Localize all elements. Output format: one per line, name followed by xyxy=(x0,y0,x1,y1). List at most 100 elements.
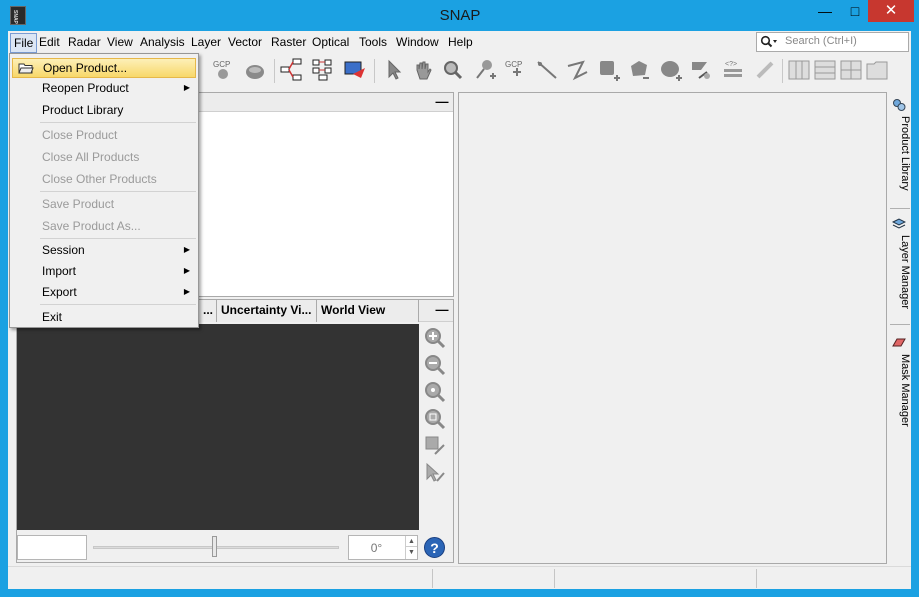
toolbar-separator xyxy=(274,59,275,83)
pan-tool-icon[interactable] xyxy=(410,57,436,83)
zoom-actual-icon[interactable] xyxy=(423,380,447,404)
panel-minimize-button[interactable]: — xyxy=(435,95,449,110)
submenu-arrow-icon: ▶ xyxy=(183,287,190,296)
menu-separator xyxy=(40,191,196,192)
window-frame-right xyxy=(911,31,919,597)
range-finder-icon[interactable]: <?> xyxy=(720,57,746,83)
zoom-factor-field[interactable] xyxy=(17,535,87,560)
pin-placing-icon[interactable] xyxy=(472,57,498,83)
gcp-placing-icon[interactable]: GCP xyxy=(502,57,528,83)
menu-vector[interactable]: Vector xyxy=(225,33,265,53)
navigation-panel: ... Uncertainty Vi... World View — 0° ▲ … xyxy=(16,299,454,563)
line-draw-icon[interactable] xyxy=(534,57,560,83)
menu-view[interactable]: View xyxy=(104,33,136,53)
window-title: SNAP xyxy=(439,7,481,24)
menu-window[interactable]: Window xyxy=(393,33,442,53)
window-frame-bottom xyxy=(0,589,919,597)
select-tool-icon[interactable] xyxy=(380,57,406,83)
polygon-draw-icon[interactable] xyxy=(626,57,652,83)
sidebar-tab-layer-manager[interactable]: Layer Manager xyxy=(890,215,911,315)
spinner-up-button[interactable]: ▲ xyxy=(405,536,417,547)
submenu-arrow-icon: ▶ xyxy=(183,83,190,92)
sidebar-separator xyxy=(890,208,910,209)
svg-text:<?>: <?> xyxy=(725,61,737,68)
gcp-label: GCP xyxy=(213,60,230,69)
menu-item-label: Reopen Product xyxy=(42,81,129,95)
menu-item-label: Import xyxy=(42,264,77,278)
snap-app-icon[interactable]: SNAP xyxy=(10,6,26,25)
help-icon[interactable]: ? xyxy=(424,537,445,558)
tile-vertical-icon[interactable] xyxy=(812,57,838,83)
polyline-draw-icon[interactable] xyxy=(564,57,590,83)
magic-wand-icon[interactable] xyxy=(688,57,714,83)
menu-item-exit[interactable]: Exit xyxy=(12,307,196,327)
world-view-canvas[interactable] xyxy=(17,324,419,530)
sidebar-tab-mask-manager[interactable]: Mask Manager xyxy=(890,334,911,434)
menu-item-reopen-product[interactable]: Reopen Product ▶ xyxy=(12,78,196,98)
zoom-in-icon[interactable] xyxy=(423,326,447,350)
batch-processing-icon[interactable] xyxy=(310,57,336,83)
close-button[interactable]: ✕ xyxy=(868,0,914,22)
tab-hidden[interactable]: ... xyxy=(199,300,217,322)
gcp-tool-button[interactable]: GCP xyxy=(210,57,236,83)
menu-tools[interactable]: Tools xyxy=(356,33,390,53)
menu-item-save-product-as[interactable]: Save Product As... xyxy=(12,216,196,236)
menu-help[interactable]: Help xyxy=(445,33,476,53)
sidebar-tab-product-library[interactable]: Product Library xyxy=(890,96,911,202)
rotation-slider-thumb[interactable] xyxy=(212,536,217,557)
sync-cursor-icon[interactable] xyxy=(423,461,447,485)
tile-horizontal-icon[interactable] xyxy=(786,57,812,83)
rectangle-draw-icon[interactable] xyxy=(596,57,622,83)
menu-file[interactable]: File xyxy=(10,33,38,53)
minimize-button[interactable]: — xyxy=(808,0,842,22)
menu-item-session[interactable]: Session ▶ xyxy=(12,240,196,260)
menu-edit[interactable]: Edit xyxy=(36,33,63,53)
menu-layer[interactable]: Layer xyxy=(188,33,224,53)
tab-uncertainty-view[interactable]: Uncertainty Vi... xyxy=(217,300,317,322)
tile-evenly-icon[interactable] xyxy=(864,57,890,83)
menu-item-close-product[interactable]: Close Product xyxy=(12,125,196,145)
graph-builder-icon[interactable] xyxy=(278,57,304,83)
menu-raster[interactable]: Raster xyxy=(268,33,309,53)
map-tool-icon[interactable] xyxy=(342,57,368,83)
magnifier-icon[interactable] xyxy=(760,35,778,49)
menu-separator xyxy=(40,304,196,305)
menu-radar[interactable]: Radar xyxy=(65,33,104,53)
menu-item-label: Session xyxy=(42,243,85,257)
zoom-tool-icon[interactable] xyxy=(440,57,466,83)
zoom-all-icon[interactable] xyxy=(423,407,447,431)
menu-item-import[interactable]: Import ▶ xyxy=(12,261,196,281)
search-input[interactable]: Search (Ctrl+I) xyxy=(756,32,909,52)
panel-minimize-button[interactable]: — xyxy=(435,303,449,318)
ellipse-draw-icon[interactable] xyxy=(658,57,684,83)
pin-tool-button[interactable] xyxy=(242,57,268,83)
right-sidebar: Product Library Layer Manager Mask Manag… xyxy=(888,92,911,564)
menu-item-product-library[interactable]: Product Library xyxy=(12,100,196,120)
maximize-button[interactable]: □ xyxy=(842,0,868,22)
menu-item-close-other-products[interactable]: Close Other Products xyxy=(12,169,196,189)
menu-item-label: Open Product... xyxy=(43,61,128,75)
file-menu-dropdown: Open Product... Reopen Product ▶ Product… xyxy=(9,53,199,328)
menu-item-label: Close All Products xyxy=(42,150,140,164)
submenu-arrow-icon: ▶ xyxy=(183,245,190,254)
menu-item-export[interactable]: Export ▶ xyxy=(12,282,196,302)
rotation-angle-spinner[interactable]: 0° ▲ ▼ xyxy=(348,535,418,560)
menu-analysis[interactable]: Analysis xyxy=(137,33,188,53)
menu-item-label: Close Product xyxy=(42,128,118,142)
app-icon-text: SNAP xyxy=(12,10,18,24)
menu-item-open-product[interactable]: Open Product... xyxy=(12,58,196,78)
menu-item-close-all-products[interactable]: Close All Products xyxy=(12,147,196,167)
toolbar-separator xyxy=(782,59,783,83)
search-placeholder: Search (Ctrl+I) xyxy=(785,35,857,47)
menu-optical[interactable]: Optical xyxy=(309,33,352,53)
rotation-angle-value: 0° xyxy=(370,541,383,555)
pixel-info-icon[interactable] xyxy=(752,57,778,83)
sync-views-icon[interactable] xyxy=(423,434,447,458)
menu-item-save-product[interactable]: Save Product xyxy=(12,194,196,214)
menu-item-label: Save Product xyxy=(42,197,115,211)
tab-world-view[interactable]: World View xyxy=(317,300,419,322)
tile-grid-icon[interactable] xyxy=(838,57,864,83)
zoom-out-icon[interactable] xyxy=(423,353,447,377)
submenu-arrow-icon: ▶ xyxy=(183,266,190,275)
spinner-down-button[interactable]: ▼ xyxy=(405,547,417,559)
